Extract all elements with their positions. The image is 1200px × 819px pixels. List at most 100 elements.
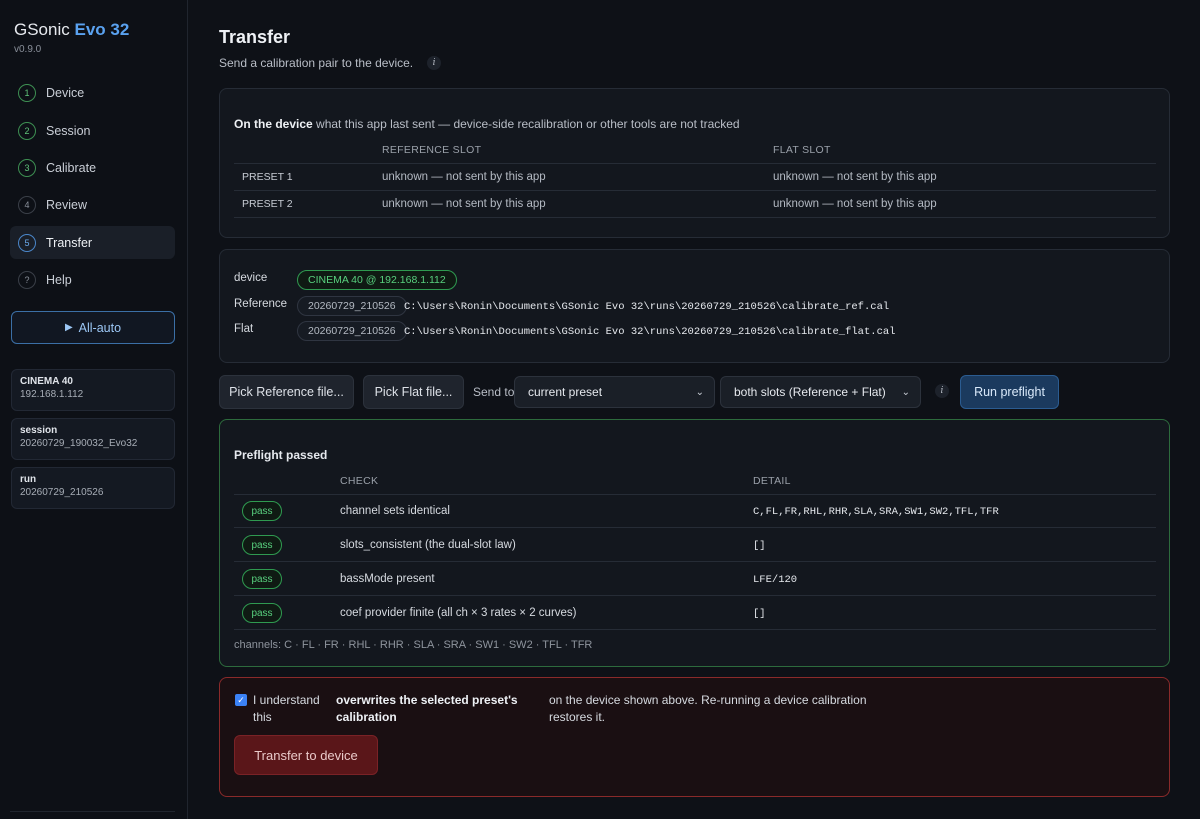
pick-flat-button[interactable]: Pick Flat file... — [363, 375, 464, 409]
confirm-text-line: this — [253, 710, 272, 724]
row-divider — [234, 527, 1156, 528]
preset-2-label: PRESET 2 — [242, 198, 293, 210]
help-icon: ? — [18, 270, 36, 289]
check-name: bassMode present — [340, 573, 435, 585]
check-detail: [] — [753, 540, 766, 552]
card-value: 20260729_190032_Evo32 — [20, 438, 138, 449]
reference-path: C:\Users\Ronin\Documents\GSonic Evo 32\r… — [404, 301, 890, 313]
confirm-text-line: overwrites the selected preset's — [336, 693, 518, 707]
preset-select-value: current preset — [528, 385, 603, 399]
confirm-text-a[interactable]: I understand this — [253, 692, 320, 726]
app-version: v0.9.0 — [14, 44, 42, 55]
chevron-down-icon: ⌄ — [695, 386, 704, 398]
col-header-detail: DETAIL — [753, 475, 791, 487]
run-card: run 20260729_210526 — [11, 467, 175, 509]
page-subtitle: Send a calibration pair to the device. i — [219, 56, 442, 70]
step-1-icon: 1 — [18, 83, 36, 102]
row-divider — [234, 629, 1156, 630]
check-name: channel sets identical — [340, 505, 450, 517]
confirm-text-line: restores it. — [549, 710, 606, 724]
flat-label: Flat — [234, 323, 254, 335]
card-title: CINEMA 40 — [20, 376, 73, 387]
device-state-heading: On the device what this app last sent — … — [234, 117, 740, 131]
preset-select[interactable]: current preset ⌄ — [514, 376, 715, 408]
confirm-text-c: on the device shown above. Re-running a … — [549, 692, 867, 726]
nav-label: Review — [46, 197, 87, 212]
slots-select[interactable]: both slots (Reference + Flat) ⌄ — [720, 376, 921, 408]
card-title: run — [20, 474, 37, 485]
nav-item-session[interactable]: 2 Session — [10, 114, 175, 147]
step-5-icon: 5 — [18, 233, 36, 252]
info-icon[interactable]: i — [935, 384, 949, 398]
confirm-text-line: I understand — [253, 693, 320, 707]
row-divider — [234, 494, 1156, 495]
transfer-to-device-button[interactable]: Transfer to device — [234, 735, 378, 775]
card-value: 192.168.1.112 — [20, 389, 84, 400]
nav-label: Help — [46, 272, 72, 287]
device-badge: CINEMA 40 @ 192.168.1.112 — [297, 270, 457, 290]
run-preflight-button[interactable]: Run preflight — [960, 375, 1059, 409]
slots-select-value: both slots (Reference + Flat) — [734, 385, 886, 399]
nav-label: Transfer — [46, 235, 93, 250]
status-badge: pass — [242, 603, 282, 623]
check-name: slots_consistent (the dual-slot law) — [340, 539, 516, 551]
preset-1-flat: unknown — not sent by this app — [773, 171, 937, 183]
confirm-panel: ✓ I understand this overwrites the selec… — [219, 677, 1170, 797]
preflight-panel: Preflight passed CHECK DETAIL pass chann… — [219, 419, 1170, 667]
device-label: device — [234, 272, 268, 284]
nav-item-transfer[interactable]: 5 Transfer — [10, 226, 175, 259]
preflight-status: Preflight passed — [234, 448, 328, 462]
sidebar-divider — [10, 811, 175, 812]
flat-run-pill: 20260729_210526 — [297, 321, 407, 341]
confirm-text-line: calibration — [336, 710, 397, 724]
preset-2-ref: unknown — not sent by this app — [382, 198, 546, 210]
nav-label: Device — [46, 85, 85, 100]
info-icon[interactable]: i — [427, 56, 442, 70]
confirm-checkbox[interactable]: ✓ — [235, 694, 247, 706]
channels-summary: channels: C · FL · FR · RHL · RHR · SLA … — [234, 639, 593, 651]
heading-note: what this app last sent — device-side re… — [316, 117, 740, 131]
row-divider — [234, 595, 1156, 596]
row-divider — [234, 561, 1156, 562]
play-icon: ▶ — [64, 322, 73, 333]
page-title: Transfer — [219, 27, 291, 47]
nav-item-device[interactable]: 1 Device — [10, 76, 175, 109]
nav-item-help[interactable]: ? Help — [10, 263, 175, 296]
all-auto-button[interactable]: ▶ All-auto — [11, 311, 175, 344]
check-detail: [] — [753, 608, 766, 620]
session-card: session 20260729_190032_Evo32 — [11, 418, 175, 460]
row-divider — [234, 217, 1156, 218]
preset-2-flat: unknown — not sent by this app — [773, 198, 937, 210]
heading-bold: On the device — [234, 117, 313, 131]
card-value: 20260729_210526 — [20, 487, 104, 498]
reference-run-pill: 20260729_210526 — [297, 296, 407, 316]
chevron-down-icon: ⌄ — [901, 386, 910, 398]
preset-1-label: PRESET 1 — [242, 171, 293, 183]
status-badge: pass — [242, 569, 282, 589]
step-3-icon: 3 — [18, 158, 36, 177]
nav-item-review[interactable]: 4 Review — [10, 188, 175, 221]
row-divider — [234, 190, 1156, 191]
step-4-icon: 4 — [18, 195, 36, 214]
col-header-flat: FLAT SLOT — [773, 144, 831, 156]
col-header-reference: REFERENCE SLOT — [382, 144, 482, 156]
nav-item-calibrate[interactable]: 3 Calibrate — [10, 151, 175, 184]
brand-accent: Evo 32 — [74, 20, 130, 39]
preset-1-ref: unknown — not sent by this app — [382, 171, 546, 183]
confirm-text-line: on the device shown above. Re-running a … — [549, 693, 867, 707]
all-auto-label: All-auto — [78, 320, 122, 335]
row-divider — [234, 163, 1156, 164]
reference-label: Reference — [234, 298, 288, 310]
check-detail: C,FL,FR,RHL,RHR,SLA,SRA,SW1,SW2,TFL,TFR — [753, 506, 999, 518]
check-detail: LFE/120 — [753, 574, 798, 586]
nav-label: Session — [46, 123, 91, 138]
sidebar: GSonic Evo 32 v0.9.0 1 Device 2 Session … — [0, 0, 188, 819]
status-badge: pass — [242, 501, 282, 521]
pick-reference-button[interactable]: Pick Reference file... — [219, 375, 354, 409]
check-name: coef provider finite (all ch × 3 rates ×… — [340, 607, 577, 619]
brand-prefix: GSonic — [14, 20, 70, 39]
flat-path: C:\Users\Ronin\Documents\GSonic Evo 32\r… — [404, 326, 896, 338]
status-badge: pass — [242, 535, 282, 555]
files-panel: device CINEMA 40 @ 192.168.1.112 Referen… — [219, 249, 1170, 363]
device-state-panel: On the device what this app last sent — … — [219, 88, 1170, 238]
